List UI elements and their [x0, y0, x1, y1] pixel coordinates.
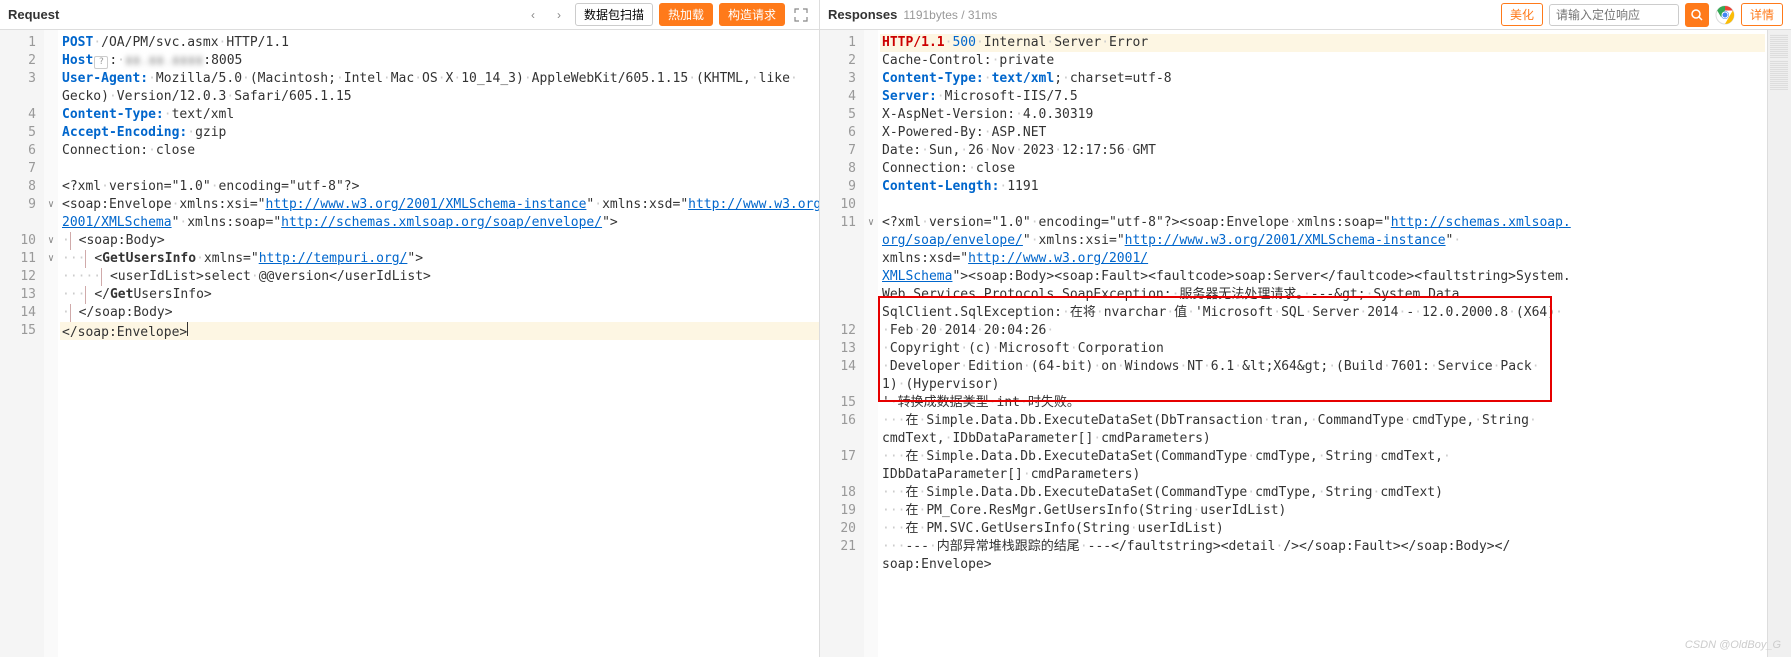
scan-button[interactable]: 数据包扫描	[575, 3, 653, 26]
response-fold-col: ∨	[864, 30, 878, 657]
request-panel: Request ‹ › 数据包扫描 热加载 构造请求 1234567891011…	[0, 0, 820, 657]
response-panel: Responses 1191bytes / 31ms 美化 详情 1234567…	[820, 0, 1791, 657]
minimap[interactable]	[1767, 30, 1791, 657]
construct-request-button[interactable]: 构造请求	[719, 3, 785, 26]
request-title: Request	[8, 7, 59, 22]
response-gutter: 123456789101112131415161718192021	[820, 30, 864, 657]
request-fold-col: ∨∨∨	[44, 30, 58, 657]
watermark: CSDN @OldBoy_G	[1685, 639, 1781, 651]
response-content[interactable]: HTTP/1.1·500·Internal·Server·ErrorCache-…	[878, 30, 1767, 657]
request-header: Request ‹ › 数据包扫描 热加载 构造请求	[0, 0, 819, 30]
beautify-button[interactable]: 美化	[1501, 3, 1543, 26]
search-input[interactable]	[1549, 4, 1679, 26]
request-content[interactable]: POST·/OA/PM/svc.asmx·HTTP/1.1Host?:·▮▮.▮…	[58, 30, 819, 657]
search-icon	[1691, 9, 1703, 21]
nav-next-icon[interactable]: ›	[549, 5, 569, 25]
search-button[interactable]	[1685, 3, 1709, 27]
response-title: Responses	[828, 7, 897, 22]
request-code[interactable]: 123456789101112131415 ∨∨∨ POST·/OA/PM/sv…	[0, 30, 819, 657]
response-header: Responses 1191bytes / 31ms 美化 详情	[820, 0, 1791, 30]
response-code[interactable]: 123456789101112131415161718192021 ∨ HTTP…	[820, 30, 1791, 657]
chrome-icon[interactable]	[1715, 5, 1735, 25]
nav-prev-icon[interactable]: ‹	[523, 5, 543, 25]
expand-icon[interactable]	[791, 5, 811, 25]
hot-reload-button[interactable]: 热加载	[659, 3, 713, 26]
request-gutter: 123456789101112131415	[0, 30, 44, 657]
response-info: 1191bytes / 31ms	[903, 8, 997, 22]
detail-button[interactable]: 详情	[1741, 3, 1783, 26]
